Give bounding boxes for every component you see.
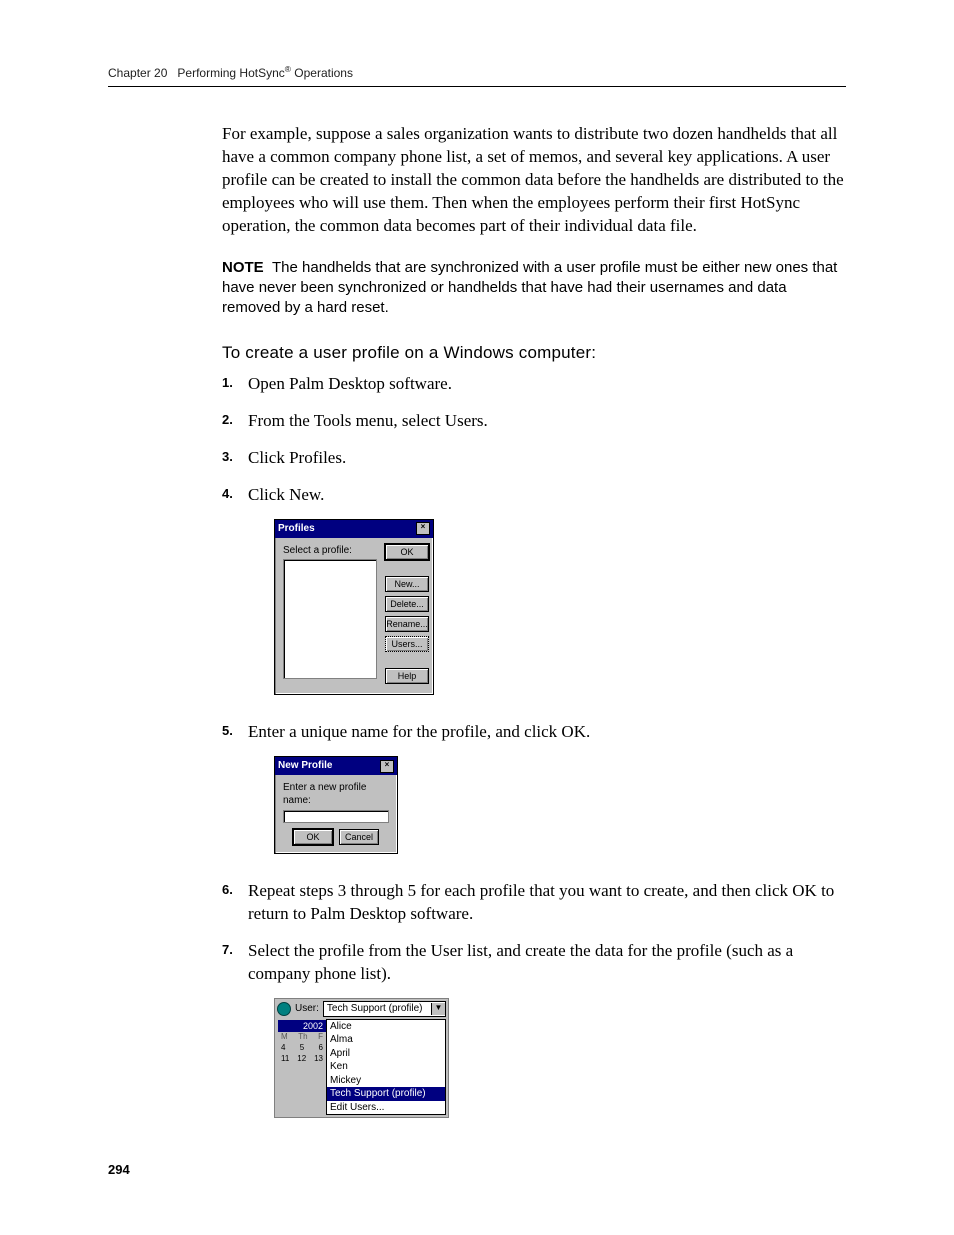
step-number: 5. [222,722,233,740]
step-2: 2. From the Tools menu, select Users. [222,410,846,433]
step-text: From the Tools menu, select Users. [248,411,488,430]
user-option[interactable]: April [327,1047,445,1061]
note-label: NOTE [222,259,264,276]
step-1: 1. Open Palm Desktop software. [222,373,846,396]
step-4: 4. Click New. Profiles × Select a profil… [222,484,846,695]
step-number: 2. [222,411,233,429]
note-block: NOTE The handhelds that are synchronized… [222,258,846,319]
user-label: User: [295,1002,319,1016]
calendar-year: 2002 [278,1020,326,1032]
step-text: Click Profiles. [248,448,346,467]
chevron-down-icon[interactable]: ▼ [431,1003,445,1015]
page-number: 294 [108,1162,130,1177]
help-button[interactable]: Help [385,668,429,684]
dialog-title: Profiles [278,522,315,536]
rename-button[interactable]: Rename... [385,616,429,632]
user-option[interactable]: Mickey [327,1074,445,1088]
step-text: Open Palm Desktop software. [248,374,452,393]
user-option-edit[interactable]: Edit Users... [327,1101,445,1115]
step-number: 3. [222,448,233,466]
user-option-selected[interactable]: Tech Support (profile) [327,1087,445,1101]
running-header: Chapter 20 Performing HotSync® Operation… [108,64,846,87]
cancel-button[interactable]: Cancel [339,829,379,845]
figure-profiles-dialog: Profiles × Select a profile: OK N [274,519,846,695]
intro-paragraph: For example, suppose a sales organizatio… [222,123,846,238]
step-5: 5. Enter a unique name for the profile, … [222,721,846,854]
user-option[interactable]: Alma [327,1033,445,1047]
step-number: 7. [222,941,233,959]
dialog-titlebar: Profiles × [275,520,433,538]
step-number: 1. [222,374,233,392]
step-text: Select the profile from the User list, a… [248,941,793,983]
user-option[interactable]: Ken [327,1060,445,1074]
profile-name-input[interactable] [283,810,389,823]
enter-name-label: Enter a new profile name: [283,781,389,808]
step-number: 6. [222,881,233,899]
dialog-titlebar: New Profile × [275,757,397,775]
profile-listbox[interactable] [283,559,377,679]
step-3: 3. Click Profiles. [222,447,846,470]
chapter-number: Chapter 20 [108,66,167,80]
step-6: 6. Repeat steps 3 through 5 for each pro… [222,880,846,926]
dialog-title: New Profile [278,759,332,773]
close-icon[interactable]: × [416,522,430,535]
user-selected-value: Tech Support (profile) [327,1002,423,1016]
note-text: The handhelds that are synchronized with… [222,259,837,317]
step-text: Enter a unique name for the profile, and… [248,722,590,741]
step-7: 7. Select the profile from the User list… [222,940,846,1118]
ok-button[interactable]: OK [385,544,429,560]
step-text: Click New. [248,485,324,504]
figure-new-profile-dialog: New Profile × Enter a new profile name: … [274,756,846,854]
users-button[interactable]: Users... [385,636,429,652]
figure-user-dropdown: User: Tech Support (profile) ▼ 2002 M [274,998,846,1119]
chapter-title-suffix: Operations [291,66,353,80]
new-button[interactable]: New... [385,576,429,592]
new-profile-dialog: New Profile × Enter a new profile name: … [274,756,398,854]
step-text: Repeat steps 3 through 5 for each profil… [248,881,834,923]
chapter-title-prefix: Performing HotSync [177,66,284,80]
step-number: 4. [222,485,233,503]
delete-button[interactable]: Delete... [385,596,429,612]
section-heading: To create a user profile on a Windows co… [222,342,846,365]
user-options-list[interactable]: Alice Alma April Ken Mickey Tech Support… [326,1019,446,1116]
select-profile-label: Select a profile: [283,544,377,558]
ok-button[interactable]: OK [293,829,333,845]
user-combobox[interactable]: Tech Support (profile) ▼ [323,1001,446,1017]
user-dropdown-panel: User: Tech Support (profile) ▼ 2002 M [274,998,449,1119]
calendar-strip: 2002 M Th F 4 5 [275,1019,326,1118]
profiles-dialog: Profiles × Select a profile: OK N [274,519,434,695]
close-icon[interactable]: × [380,760,394,773]
user-option[interactable]: Alice [327,1020,445,1034]
app-logo-icon [277,1002,291,1016]
